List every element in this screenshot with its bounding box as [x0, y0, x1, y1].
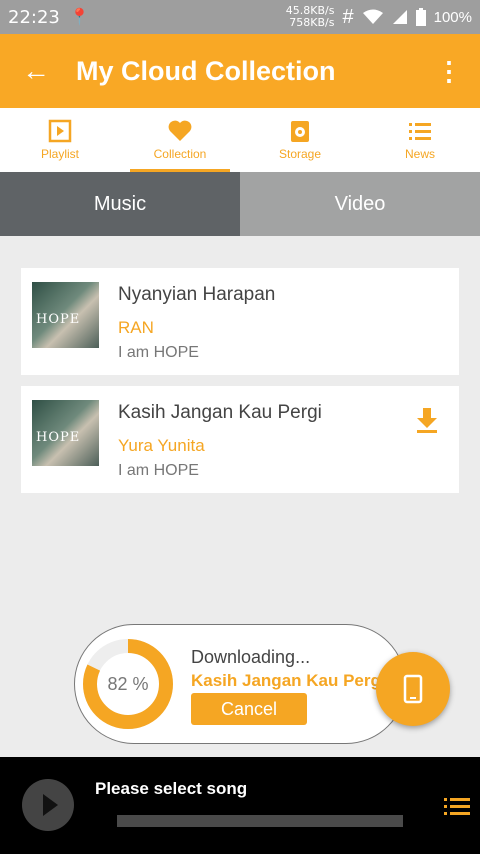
song-title: Nyanyian Harapan — [118, 284, 276, 305]
mini-player: Please select song — [0, 757, 480, 854]
tab-collection[interactable]: Collection — [120, 108, 240, 172]
seek-bar[interactable] — [117, 815, 403, 827]
heart-icon — [168, 120, 192, 141]
hash-icon: # — [342, 5, 354, 28]
back-arrow-icon[interactable]: ← — [22, 55, 58, 87]
page-title: My Cloud Collection — [76, 55, 336, 86]
song-title: Kasih Jangan Kau Pergi — [118, 402, 322, 423]
signal-icon — [392, 10, 407, 24]
status-bar: 22:23 📍 45.8KB/s 758KB/s # 100% — [0, 0, 480, 34]
app-bar: ← My Cloud Collection ⋮ — [0, 34, 480, 108]
tab-storage-label: Storage — [278, 147, 322, 161]
now-playing-label: Please select song — [95, 779, 248, 798]
song-artist: RAN — [118, 318, 154, 337]
download-song: Kasih Jangan Kau Pergi — [191, 671, 386, 690]
battery-icon — [415, 8, 426, 26]
song-album: I am HOPE — [118, 462, 199, 479]
list-item[interactable]: HOPE Kasih Jangan Kau Pergi Yura Yunita … — [21, 386, 459, 493]
wifi-icon — [362, 9, 383, 24]
song-album: I am HOPE — [118, 344, 199, 361]
album-art: HOPE — [32, 282, 99, 348]
album-art-text: HOPE — [36, 430, 81, 445]
tab-bar: Playlist Collection Storage News — [0, 108, 480, 172]
list-item[interactable]: HOPE Nyanyian Harapan RAN I am HOPE — [21, 268, 459, 375]
progress-percent: 82 % — [107, 673, 149, 694]
tab-news-label: News — [404, 147, 435, 161]
phone-icon — [403, 674, 423, 704]
download-progress-panel: 82 % Downloading... Kasih Jangan Kau Per… — [74, 624, 406, 744]
tab-storage[interactable]: Storage — [240, 108, 360, 172]
music-tab[interactable]: Music — [0, 172, 240, 236]
download-status: Downloading... — [191, 647, 311, 667]
status-time: 22:23 — [8, 6, 60, 28]
battery-percent: 100% — [433, 8, 472, 26]
more-options-icon[interactable]: ⋮ — [436, 56, 462, 87]
playlist-icon — [48, 119, 72, 143]
storage-icon — [291, 121, 309, 142]
queue-list-icon[interactable] — [444, 797, 470, 817]
play-button[interactable] — [22, 779, 74, 831]
media-type-switch: Music Video — [0, 172, 480, 236]
news-icon — [409, 123, 431, 140]
song-artist: Yura Yunita — [118, 436, 205, 455]
tab-playlist-label: Playlist — [40, 147, 79, 161]
net-down: 758KB/s — [289, 16, 335, 29]
download-icon[interactable] — [415, 406, 439, 434]
album-art-text: HOPE — [36, 312, 81, 327]
device-button[interactable] — [376, 652, 450, 726]
album-art: HOPE — [32, 400, 99, 466]
tab-collection-label: Collection — [153, 147, 207, 161]
location-pin-icon: 📍 — [69, 9, 90, 26]
cancel-button[interactable]: Cancel — [191, 693, 307, 725]
tab-news[interactable]: News — [360, 108, 480, 172]
video-tab[interactable]: Video — [240, 172, 480, 236]
network-speed: 45.8KB/s 758KB/s — [286, 5, 335, 29]
play-icon — [43, 794, 58, 816]
tab-playlist[interactable]: Playlist — [0, 108, 120, 172]
